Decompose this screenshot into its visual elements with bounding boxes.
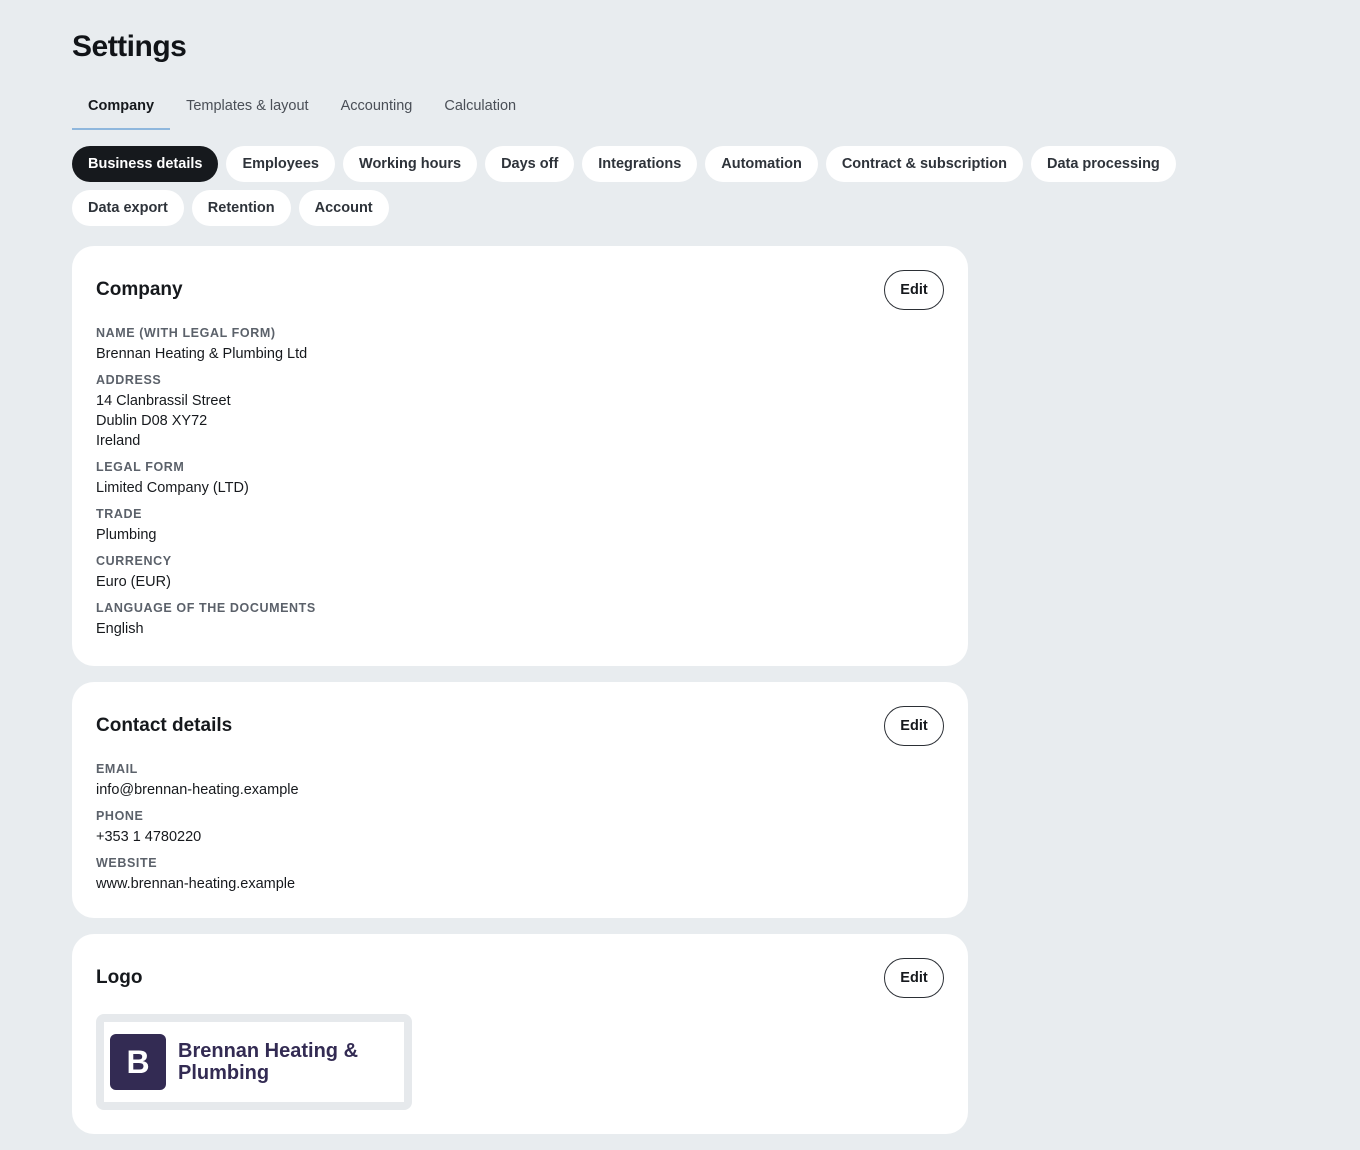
logo-image: B Brennan Heating & Plumbing	[104, 1022, 404, 1102]
edit-logo-button[interactable]: Edit	[884, 958, 944, 998]
field-company-name: Name (with legal form) Brennan Heating &…	[96, 326, 856, 364]
logo-mark: B	[110, 1034, 166, 1090]
company-subnav: Business details Employees Working hours…	[72, 146, 1292, 226]
logo-card: Logo Edit B Brennan Heating & Plumbing	[72, 934, 968, 1134]
field-value: www.brennan-heating.example	[96, 876, 296, 892]
field-label: Name (with legal form)	[96, 326, 276, 340]
field-label: Phone	[96, 809, 144, 823]
contact-card-title: Contact details	[96, 715, 233, 736]
field-address: Address 14 Clanbrassil Street Dublin D08…	[96, 373, 856, 451]
subnav-employees[interactable]: Employees	[226, 146, 336, 182]
field-currency: Currency Euro (EUR)	[96, 554, 856, 592]
subnav-data-processing[interactable]: Data processing	[1030, 146, 1176, 182]
field-value: +353 1 4780220	[96, 829, 202, 845]
field-value: Plumbing	[96, 527, 157, 543]
field-value: info@brennan-heating.example	[96, 782, 299, 798]
page-title: Settings	[72, 30, 187, 63]
field-legal-form: Legal form Limited Company (LTD)	[96, 460, 856, 498]
subnav-account[interactable]: Account	[298, 190, 389, 226]
field-label: Language of the documents	[96, 601, 316, 615]
field-value-address-line-2: Dublin D08 XY72	[96, 413, 208, 429]
company-card-title: Company	[96, 279, 183, 300]
field-trade: Trade Plumbing	[96, 507, 856, 545]
logo-preview: B Brennan Heating & Plumbing	[96, 1014, 412, 1110]
logo-wordmark: Brennan Heating & Plumbing	[178, 1040, 359, 1084]
subnav-automation[interactable]: Automation	[705, 146, 818, 182]
field-value: Limited Company (LTD)	[96, 480, 249, 496]
subnav-data-export[interactable]: Data export	[72, 190, 184, 226]
field-phone: Phone +353 1 4780220	[96, 809, 856, 847]
field-value-address-line-1: 14 Clanbrassil Street	[96, 393, 231, 409]
logo-card-title: Logo	[96, 967, 143, 988]
settings-tabs: Company Templates & layout Accounting Ca…	[72, 88, 532, 130]
subnav-days-off[interactable]: Days off	[485, 146, 575, 182]
subnav-integrations[interactable]: Integrations	[582, 146, 698, 182]
tab-company[interactable]: Company	[72, 88, 171, 130]
field-value: Euro (EUR)	[96, 574, 171, 590]
edit-company-button[interactable]: Edit	[884, 270, 944, 310]
field-label: Website	[96, 856, 158, 870]
field-email: Email info@brennan-heating.example	[96, 762, 856, 800]
tab-calculation[interactable]: Calculation	[428, 88, 532, 130]
subnav-retention[interactable]: Retention	[191, 190, 291, 226]
subnav-business-details[interactable]: Business details	[72, 146, 219, 182]
contact-details-card: Contact details Edit Email info@brennan-…	[72, 682, 968, 918]
field-label: Address	[96, 373, 162, 387]
field-value-address-line-3: Ireland	[96, 433, 141, 449]
field-label: Email	[96, 762, 138, 776]
field-label: Legal form	[96, 460, 185, 474]
field-label: Currency	[96, 554, 172, 568]
field-value: English	[96, 621, 144, 637]
subnav-working-hours[interactable]: Working hours	[343, 146, 478, 182]
edit-contact-button[interactable]: Edit	[884, 706, 944, 746]
contact-fields: Email info@brennan-heating.example Phone…	[96, 762, 856, 903]
tab-templates-layout[interactable]: Templates & layout	[170, 88, 325, 130]
subnav-contract-subscription[interactable]: Contract & subscription	[825, 146, 1023, 182]
field-website: Website www.brennan-heating.example	[96, 856, 856, 894]
field-value: Brennan Heating & Plumbing Ltd	[96, 346, 308, 362]
field-document-language: Language of the documents English	[96, 601, 856, 639]
company-fields: Name (with legal form) Brennan Heating &…	[96, 326, 856, 648]
company-card: Company Edit Name (with legal form) Bren…	[72, 246, 968, 666]
tab-accounting[interactable]: Accounting	[325, 88, 429, 130]
field-label: Trade	[96, 507, 143, 521]
